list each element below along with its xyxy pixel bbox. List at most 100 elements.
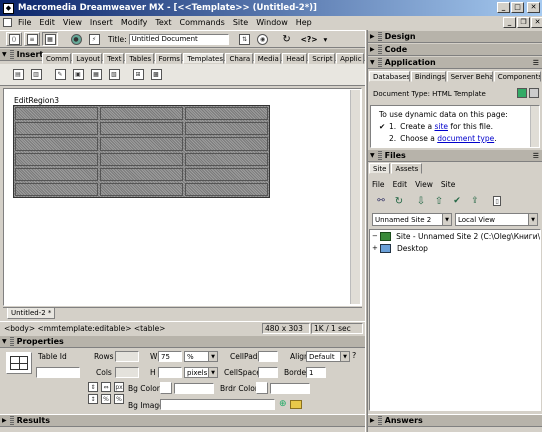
table-cell[interactable] [100,107,183,121]
align-select[interactable]: Default ▼ [306,351,350,362]
panel-options-icon[interactable]: ☰ [533,152,539,160]
menu-window[interactable]: Window [252,18,292,27]
width-unit-select[interactable]: % ▼ [184,351,218,362]
expand-button[interactable]: ▯ [489,194,505,208]
menu-commands[interactable]: Commands [176,18,229,27]
menu-help[interactable]: Hep [292,18,316,27]
tab-layout[interactable]: Layout [72,53,103,64]
height-unit-select[interactable]: pixels ▼ [184,367,218,378]
file-management-button[interactable]: ⇅ [237,32,253,46]
tab-text[interactable]: Text [103,53,125,64]
table-cell[interactable] [185,107,268,121]
doc-close-button[interactable]: ✕ [531,17,542,28]
preview-button[interactable]: ◉ [255,32,271,46]
tree-row-site-root[interactable]: − Site - Unnamed Site 2 (C:\Oleg\Книги\.… [370,230,540,242]
minimize-button[interactable]: _ [497,2,510,13]
table-cell[interactable] [185,152,268,166]
get-files-button[interactable]: ⇩ [413,194,429,208]
tab-site[interactable]: Site [369,163,391,174]
point-to-file-icon[interactable]: ⊕ [279,399,287,409]
menu-file[interactable]: File [14,18,35,27]
code-view-button[interactable]: ⟨⟩ [6,32,22,46]
cellpad-input[interactable] [258,351,278,362]
code-navigation-button[interactable]: <?> [301,35,318,44]
cellspace-input[interactable] [258,367,278,378]
instructions-scrollbar[interactable] [530,106,539,147]
convert-widths-pixels-icon[interactable]: px [114,382,124,392]
document-tab[interactable]: Untitled-2 * [7,308,56,319]
width-input[interactable]: 75 [158,351,182,362]
tab-components[interactable]: Components [493,71,541,82]
code-panel-header[interactable]: ▶ Code [368,44,542,56]
convert-heights-percent-icon[interactable]: % [114,394,124,404]
table-cell[interactable] [185,122,268,136]
tab-tables[interactable]: Tables [125,53,154,64]
tab-media[interactable]: Media [253,53,282,64]
bg-color-swatch[interactable] [160,382,172,394]
menu-modify[interactable]: Modify [117,18,152,27]
menu-view[interactable]: View [59,18,86,27]
create-site-link[interactable]: site [434,122,448,131]
table-cell[interactable] [185,167,268,181]
panel-options-icon[interactable]: ☰ [533,59,539,67]
cols-input[interactable] [115,367,139,378]
split-view-button[interactable]: ≡ [24,32,40,46]
bg-color-input[interactable] [174,383,214,394]
tab-forms[interactable]: Forms [154,53,183,64]
make-template-button[interactable]: ▤ [10,68,26,82]
live-data-button[interactable]: ⚡ [86,32,102,46]
editable-optional-button[interactable]: ▧ [106,68,122,82]
connect-button[interactable]: ⚯ [373,194,389,208]
plus-icon[interactable] [517,88,527,98]
browse-folder-icon[interactable] [290,400,302,409]
files-menu-edit[interactable]: Edit [393,180,408,189]
document-canvas[interactable]: EditRegion3 [3,88,362,306]
files-menu-file[interactable]: File [372,180,385,189]
results-panel-header[interactable]: ▶ Results [0,414,365,427]
doc-minimize-button[interactable]: _ [503,17,516,28]
panel-splitter[interactable] [365,30,368,432]
bg-image-input[interactable] [160,399,275,410]
table-cell[interactable] [15,152,98,166]
close-button[interactable]: ✕ [527,2,540,13]
properties-panel-header[interactable]: ▼ Properties [0,336,365,348]
table-cell[interactable] [185,182,268,196]
tab-assets[interactable]: Assets [391,163,423,174]
view-select[interactable]: Local View ▼ [455,213,538,226]
put-files-button[interactable]: ⇧ [431,194,447,208]
files-menu-site[interactable]: Site [441,180,455,189]
convert-heights-icon[interactable]: ↕ [88,394,98,404]
site-select[interactable]: Unnamed Site 2 ▼ [372,213,452,226]
server-debug-button[interactable]: ● [68,32,84,46]
table-cell[interactable] [15,167,98,181]
table-cell[interactable] [15,122,98,136]
document-type-link[interactable]: document type [437,134,494,143]
check-out-button[interactable]: ✔ [449,194,465,208]
design-panel-header[interactable]: ▶ Design [368,31,542,43]
height-input[interactable] [158,367,182,378]
clear-row-heights-icon[interactable]: ⇕ [88,382,98,392]
refresh-button[interactable]: ↻ [279,32,295,46]
rows-input[interactable] [115,351,139,362]
window-size[interactable]: 480 x 303 [262,323,310,334]
table-cell[interactable] [100,182,183,196]
menu-site[interactable]: Site [229,18,252,27]
clear-col-widths-icon[interactable]: ⇔ [101,382,111,392]
editable-region-button[interactable]: ✎ [52,68,68,82]
design-view-button[interactable]: ▦ [42,32,58,46]
tab-server-behaviors[interactable]: Server Beha [446,71,493,82]
convert-widths-percent-icon[interactable]: % [101,394,111,404]
check-in-button[interactable]: ⇪ [467,194,483,208]
table-cell[interactable] [100,137,183,151]
answers-panel-header[interactable]: ▶ Answers [368,414,542,427]
doc-restore-button[interactable]: ❐ [517,17,530,28]
tab-application[interactable]: Applic [336,53,365,64]
tree-row-desktop[interactable]: + Desktop [370,242,540,254]
view-options-icon[interactable]: ▾ [324,35,328,44]
editable-table[interactable] [13,105,270,198]
minus-icon[interactable] [529,88,539,98]
tag-selector[interactable]: <body> <mmtemplate:editable> <table> [4,324,165,333]
tab-templates[interactable]: Templates [183,53,225,64]
tab-script[interactable]: Script [308,53,336,64]
tab-databases[interactable]: Databases [369,71,410,82]
